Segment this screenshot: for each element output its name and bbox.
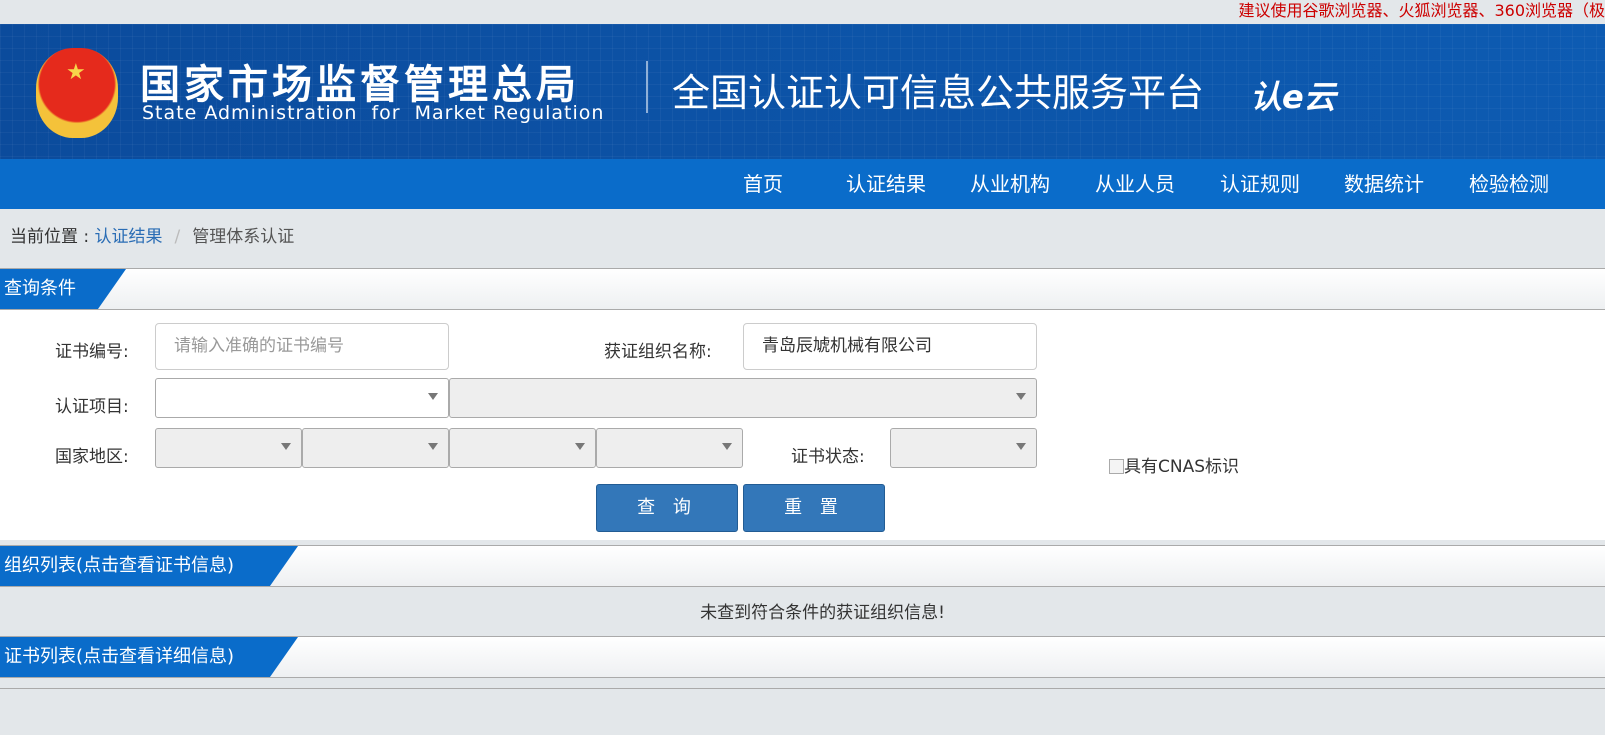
query-panel-title: 查询条件 (0, 269, 126, 309)
cnas-label: 具有CNAS标识 (1124, 457, 1240, 477)
region-select-2[interactable] (302, 428, 449, 468)
breadcrumb-current: 管理体系认证 (192, 227, 295, 247)
breadcrumb: 当前位置 : 认证结果 / 管理体系认证 (10, 222, 294, 247)
chevron-down-icon (1016, 443, 1026, 450)
empty-message: 未查到符合条件的获证组织信息! (700, 603, 945, 623)
nav-inspection[interactable]: 检验检测 (1469, 159, 1549, 209)
logo: 认e云 (1250, 78, 1336, 116)
nav-cert-results[interactable]: 认证结果 (846, 159, 926, 209)
chevron-down-icon (428, 443, 438, 450)
project-sub-select[interactable] (449, 378, 1037, 418)
project-label: 认证项目: (55, 397, 129, 417)
breadcrumb-prefix: 当前位置 : (10, 227, 95, 247)
header: ★ 国家市场监督管理总局 State Administration for Ma… (0, 24, 1605, 159)
divider (646, 61, 648, 113)
main-nav: 首页 认证结果 从业机构 从业人员 认证规则 数据统计 检验检测 (0, 159, 1605, 209)
project-select[interactable] (155, 378, 449, 418)
chevron-down-icon (1016, 393, 1026, 400)
platform-title: 全国认证认可信息公共服务平台 (672, 71, 1205, 115)
cert-list-header: 证书列表(点击查看详细信息) (0, 636, 1605, 678)
cert-no-label: 证书编号: (55, 342, 129, 362)
region-select-4[interactable] (596, 428, 743, 468)
checkbox-icon[interactable] (1109, 459, 1124, 474)
region-select-3[interactable] (449, 428, 596, 468)
cert-list-title: 证书列表(点击查看详细信息) (0, 637, 298, 677)
query-panel-header: 查询条件 (0, 268, 1605, 310)
chevron-down-icon (281, 443, 291, 450)
region-label: 国家地区: (55, 447, 129, 467)
browser-tip: 建议使用谷歌浏览器、火狐浏览器、360浏览器（极 (1238, 1, 1605, 20)
org-name-en: State Administration for Market Regulati… (142, 102, 605, 124)
chevron-down-icon (428, 393, 438, 400)
org-list-header: 组织列表(点击查看证书信息) (0, 545, 1605, 587)
nav-rules[interactable]: 认证规则 (1220, 159, 1300, 209)
breadcrumb-link[interactable]: 认证结果 (95, 227, 163, 247)
org-list-title: 组织列表(点击查看证书信息) (0, 546, 298, 586)
status-label: 证书状态: (791, 447, 865, 467)
nav-home[interactable]: 首页 (743, 159, 783, 209)
nav-personnel[interactable]: 从业人员 (1095, 159, 1175, 209)
cnas-checkbox[interactable]: 具有CNAS标识 (1109, 441, 1244, 493)
divider (0, 688, 1605, 689)
cert-no-input[interactable]: 请输入准确的证书编号 (155, 323, 449, 370)
region-select-1[interactable] (155, 428, 302, 468)
nav-institutions[interactable]: 从业机构 (970, 159, 1050, 209)
search-button[interactable]: 查 询 (596, 484, 738, 532)
chevron-down-icon (722, 443, 732, 450)
org-name-label: 获证组织名称: (604, 342, 712, 362)
breadcrumb-separator: / (174, 227, 181, 247)
org-name-input[interactable]: 青岛辰虓机械有限公司 (743, 323, 1037, 370)
chevron-down-icon (575, 443, 585, 450)
reset-button[interactable]: 重 置 (743, 484, 885, 532)
nav-statistics[interactable]: 数据统计 (1344, 159, 1424, 209)
national-emblem-icon: ★ (36, 48, 118, 138)
status-select[interactable] (890, 428, 1037, 468)
